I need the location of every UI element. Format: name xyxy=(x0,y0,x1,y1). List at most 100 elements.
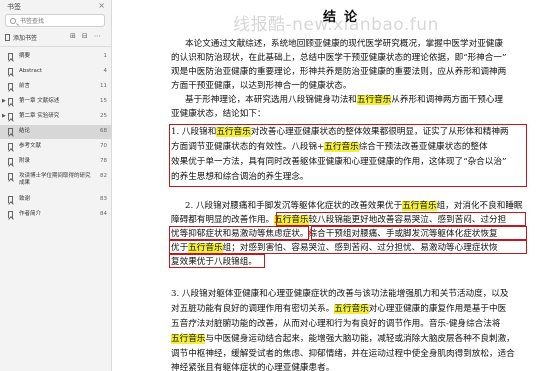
text-span: 对心理亚健康的康复作用是基于中医 xyxy=(368,304,507,314)
text-span: 观是中医防治亚健康的重要理论，形神共养是防治亚健康的重要法则，应从养形和调神两 xyxy=(171,67,507,77)
highlighted-term: 五行音乐 xyxy=(402,201,437,211)
text-span: 本论文通过文献综述，系统地回顾亚健康的现代医学研究概况，掌握中医学对亚健康 xyxy=(185,39,503,49)
text-line: 五音疗法对脏腑功能的改善，从而对心理和行为有良好的调节作用。音乐-健身综合法将 xyxy=(171,318,500,330)
text-line: 基于形神理论，本研究选用八段锦健身功法和五行音乐从养形和调神两方面干预心理 xyxy=(185,94,503,106)
sidebar-item-chapter2[interactable]: ▶ 第二章 实验研究 25 xyxy=(0,110,112,124)
bookmark-icon xyxy=(8,196,13,203)
text-span: 与中医健身运动结合起来，能增强大脑功能，减轻或消除大脑皮层各种不良刺激， xyxy=(205,334,515,344)
sidebar-item-page: 70 xyxy=(100,143,107,149)
text-span: 方面干预亚健康，以达到形神合一的健康状态。 xyxy=(171,81,352,91)
bookmark-icon xyxy=(8,143,13,150)
text-line: 观是中医防治亚健康的重要理论，形神共养是防治亚健康的重要法则，应从养形和调神两 xyxy=(171,66,506,78)
sidebar-item-label: 作者简介 xyxy=(19,211,42,217)
bookmark-icon xyxy=(8,113,13,120)
text-span: 五音疗法对脏腑功能的改善，从而对心理和行为有良好的调节作用。音乐-健身综合法将 xyxy=(171,319,501,329)
bookmark-icon xyxy=(8,83,13,90)
sidebar-item-page: 84 xyxy=(100,211,107,217)
bookmark-search-input[interactable] xyxy=(20,16,102,26)
sidebar-item-page: 15 xyxy=(100,98,107,104)
sidebar-item-preface[interactable]: 前言 11 xyxy=(0,80,112,94)
text-line: 3. 八段锦对躯体亚健康和心理亚健康症状的改善与该功法能增强肌力和关节活动度，以… xyxy=(171,288,509,300)
bookmark-add-icon xyxy=(5,34,10,41)
bookmark-icon xyxy=(8,211,13,218)
expand-icon[interactable]: ⊞ xyxy=(70,32,76,40)
chevron-right-icon[interactable]: ▶ xyxy=(2,98,6,104)
add-bookmark-button[interactable]: 添加书签 xyxy=(5,32,37,43)
sidebar-item-label: 第一章 文献综述 xyxy=(19,98,60,104)
highlight-box-combined xyxy=(311,226,527,240)
sidebar-item-chapter1[interactable]: ▶ 第一章 文献综述 15 xyxy=(0,95,112,109)
more-icon[interactable]: ⋯ xyxy=(94,32,101,40)
bookmark-icon xyxy=(8,53,13,60)
text-span: 从养形和调神两方面干预心理 xyxy=(391,95,504,105)
close-icon[interactable]: × xyxy=(98,1,105,10)
text-span: 2. 八段锦对腰痛和手脚发沉等躯体化症状的改善效果优于 xyxy=(185,201,403,211)
text-span: 调节中枢神经，缓解受试者的焦虑、抑郁情绪，并在运动过程中使全身肌肉得到放松，适合 xyxy=(171,349,515,359)
bookmark-sidebar: 书签 × 添加书签 ⊞ ⊟ ⋯ 摘要 1 Abstract 4 前言 11 ▶ xyxy=(0,0,112,371)
sidebar-item-author[interactable]: 作者简介 84 xyxy=(0,208,112,222)
text-span: 神经紧张且有躯体症状的心理亚健康患者。 xyxy=(171,363,335,371)
bookmark-icon xyxy=(8,158,13,165)
sidebar-item-label: 参考文献 xyxy=(19,143,42,149)
sidebar-item-label: 第二章 实验研究 xyxy=(19,113,60,119)
text-line: 的认识和防治现状，在此基础上，总结中医学干预亚健康状态的理论依据，即“形神合一” xyxy=(171,52,506,64)
sidebar-item-page: 4 xyxy=(103,68,108,74)
highlight-box-combined-3 xyxy=(169,254,265,268)
highlight-box-music-effect xyxy=(276,212,526,226)
bookmark-icon xyxy=(8,68,13,75)
text-span: 基于形神理论，本研究选用八段锦健身功法和 xyxy=(185,95,357,105)
text-line: 本论文通过文献综述，系统地回顾亚健康的现代医学研究概况，掌握中医学对亚健康 xyxy=(185,38,503,50)
text-span: 障碍都有明显的改善作用。 xyxy=(171,215,275,225)
highlight-box-combined-2 xyxy=(169,240,527,254)
text-line: 对五脏功能有良好的调理作用有密切关系。五行音乐对心理亚健康的康复作用是基于中医 xyxy=(171,303,506,315)
sidebar-item-label: Abstract xyxy=(19,68,43,74)
highlighted-term: 五行音乐 xyxy=(334,304,369,314)
sidebar-item-page: 1 xyxy=(103,53,108,59)
text-span: 的认识和防治现状，在此基础上，总结中医学干预亚健康状态的理论依据，即“形神合一” xyxy=(171,53,507,63)
text-line: 2. 八段锦对腰痛和手脚发沉等躯体化症状的改善效果优于五行音乐组，对消化不良和睡… xyxy=(185,200,523,212)
sidebar-item-label: 前言 xyxy=(19,83,31,89)
sidebar-item-page: 25 xyxy=(100,113,107,119)
sidebar-title: 书签 xyxy=(7,3,21,11)
sidebar-item-conclusion[interactable]: 结论 68 xyxy=(0,125,112,139)
search-icon xyxy=(10,18,16,24)
sidebar-item-abstract-en[interactable]: Abstract 4 xyxy=(0,65,112,79)
text-line: 五行音乐与中医健身运动结合起来，能增强大脑功能，减轻或消除大脑皮层各种不良刺激， xyxy=(171,333,515,345)
text-line: 调节中枢神经，缓解受试者的焦虑、抑郁情绪，并在运动过程中使全身肌肉得到放松，适合 xyxy=(171,348,515,360)
highlighted-term: 五行音乐 xyxy=(171,334,206,344)
sidebar-item-label: 附录 xyxy=(19,158,31,164)
text-line: 亚健康状态，结论如下： xyxy=(171,108,266,120)
sidebar-item-appendix[interactable]: 附录 78 xyxy=(0,155,112,169)
highlight-box-anxiety xyxy=(169,226,309,240)
sidebar-item-page: 82 xyxy=(100,173,107,179)
sidebar-item-label: 结论 xyxy=(19,128,31,134)
chevron-right-icon[interactable]: ▶ xyxy=(2,113,6,119)
text-line: 神经紧张且有躯体症状的心理亚健康患者。 xyxy=(171,362,334,371)
text-span: 3. 八段锦对躯体亚健康和心理亚健康症状的改善与该功法能增强肌力和关节活动度，以… xyxy=(171,289,509,299)
sidebar-item-label: 致谢 xyxy=(19,196,31,202)
page-title: 结论 xyxy=(323,10,366,25)
sidebar-item-page: 11 xyxy=(100,83,107,89)
highlighted-term: 五行音乐 xyxy=(356,95,392,105)
sidebar-item-label: 摘要 xyxy=(19,53,31,59)
text-span: 对五脏功能有良好的调理作用有密切关系。 xyxy=(171,304,335,314)
highlight-box-conclusion-1 xyxy=(169,124,527,187)
sidebar-divider xyxy=(0,46,112,47)
add-bookmark-label: 添加书签 xyxy=(13,35,38,42)
sidebar-item-abstract-cn[interactable]: 摘要 1 xyxy=(0,50,112,64)
bookmark-icon xyxy=(8,173,13,180)
document-page: 线报酷-new.xianbao.fun 结论 本论文通过文献综述，系统地回顾亚健… xyxy=(113,0,540,371)
bookmark-icon xyxy=(8,98,13,105)
sidebar-item-page: 83 xyxy=(100,196,107,202)
bookmark-search-box[interactable] xyxy=(5,14,105,27)
text-span: 亚健康状态，结论如下： xyxy=(171,109,266,119)
sidebar-item-references[interactable]: 参考文献 70 xyxy=(0,140,112,154)
sidebar-item-achievements[interactable]: 攻读博士学位期间取得的研究成果 82 xyxy=(0,170,112,192)
bookmark-icon xyxy=(8,128,13,135)
text-span: 组，对消化不良和睡眠 xyxy=(436,201,523,211)
text-line: 方面干预亚健康，以达到形神合一的健康状态。 xyxy=(171,80,351,92)
sidebar-item-acknowledgements[interactable]: 致谢 83 xyxy=(0,193,112,207)
collapse-icon[interactable]: ⊟ xyxy=(82,32,88,40)
sidebar-item-page: 68 xyxy=(100,128,107,134)
sidebar-item-page: 78 xyxy=(100,158,107,164)
